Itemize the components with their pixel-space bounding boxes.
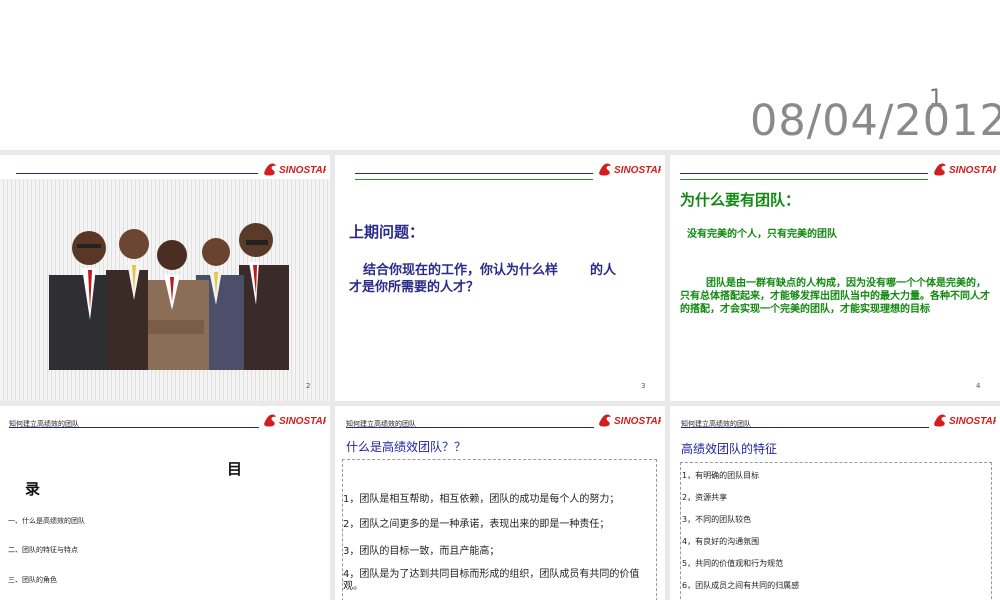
toc-title-1: 目 — [227, 460, 243, 478]
svg-text:SINOSTAR: SINOSTAR — [949, 416, 996, 427]
sinostar-logo: SINOSTAR — [597, 411, 661, 429]
list-item: 4，有良好的沟通氛围 — [682, 537, 760, 546]
page-number: 2 — [306, 382, 311, 390]
businessmen-illustration — [49, 223, 289, 370]
list-item: 3，团队的目标一致，而且产能高； — [343, 546, 500, 557]
header-rule — [680, 173, 928, 174]
slide-title: 为什么要有团队： — [680, 191, 801, 209]
svg-text:SINOSTAR: SINOSTAR — [279, 165, 326, 176]
slide-title: 上期问题： — [349, 223, 425, 241]
title-slide: 1 08/04/2012 — [0, 0, 1000, 150]
page-number: 4 — [976, 382, 981, 390]
slide-6[interactable]: 知何建立高绩效的团队 SINOSTAR 什么是高绩效团队？？ 1，团队是相互帮助… — [335, 406, 665, 600]
sinostar-logo: SINOSTAR — [932, 411, 996, 429]
header-rule — [16, 173, 258, 174]
header-rule-green — [680, 179, 928, 180]
sinostar-logo: SINOSTAR — [597, 160, 661, 178]
header-rule — [681, 427, 929, 428]
slide-2[interactable]: SINOSTAR 2 — [0, 155, 330, 401]
toc-item[interactable]: 三、团队的角色 — [8, 575, 57, 585]
list-item: 2，资源共享 — [682, 493, 728, 502]
sinostar-logo: SINOSTAR — [262, 411, 326, 429]
sinostar-logo: SINOSTAR — [932, 160, 996, 178]
question-text-b: 的人 — [590, 263, 617, 278]
list-item: 1，团队是相互帮助，相互依赖，团队的成功是每个人的努力； — [343, 494, 620, 505]
header-rule — [9, 427, 259, 428]
list-item: 1，有明确的团队目标 — [682, 471, 760, 480]
slide-title: 什么是高绩效团队？？ — [346, 440, 467, 454]
header-rule-green — [355, 179, 593, 180]
svg-text:SINOSTAR: SINOSTAR — [614, 165, 661, 176]
toc-title-2: 录 — [25, 480, 41, 498]
slide-5[interactable]: 知何建立高绩效的团队 SINOSTAR 目 录 一、什么是高绩效的团队 二、团队… — [0, 406, 330, 600]
sinostar-logo: SINOSTAR — [262, 160, 326, 178]
list-item: 6，团队成员之间有共同的归属感 — [682, 581, 800, 590]
svg-text:SINOSTAR: SINOSTAR — [949, 165, 996, 176]
slide-3[interactable]: SINOSTAR 上期问题： 结合你现在的工作，你认为什么样 的人 才是你所需要的… — [335, 155, 665, 401]
list-item: 4，团队是为了达到共同目标而形成的组织，团队成员有共同的价值观。 — [343, 569, 640, 592]
header-rule — [355, 173, 593, 174]
list-item: 2，团队之间更多的是一种承诺，表现出来的即是一种责任； — [343, 519, 610, 530]
slide-body: 团队是由一群有缺点的人构成，因为没有哪一个个体是完美的，只有总体搭配起来，才能够… — [680, 278, 990, 315]
list-item: 5，共同的价值观和行为规范 — [682, 559, 784, 568]
question-line-2: 才是你所需要的人才？ — [349, 280, 480, 295]
list-item: 3，不同的团队较色 — [682, 515, 752, 524]
slide-subtitle: 没有完美的个人，只有完美的团队 — [687, 229, 837, 240]
svg-text:SINOSTAR: SINOSTAR — [614, 416, 661, 427]
slide-4[interactable]: SINOSTAR 为什么要有团队： 没有完美的个人，只有完美的团队 团队是由一群… — [670, 155, 1000, 401]
toc-item[interactable]: 二、团队的特征与特点 — [8, 545, 78, 555]
svg-text:SINOSTAR: SINOSTAR — [279, 416, 326, 427]
header-rule — [346, 427, 594, 428]
date-text: 08/04/2012 — [750, 96, 1000, 146]
slide-title: 高绩效团队的特征 — [681, 442, 778, 456]
toc-item[interactable]: 一、什么是高绩效的团队 — [8, 516, 85, 526]
page-number: 3 — [641, 382, 646, 390]
slide-7[interactable]: 知何建立高绩效的团队 SINOSTAR 高绩效团队的特征 1，有明确的团队目标 … — [670, 406, 1000, 600]
